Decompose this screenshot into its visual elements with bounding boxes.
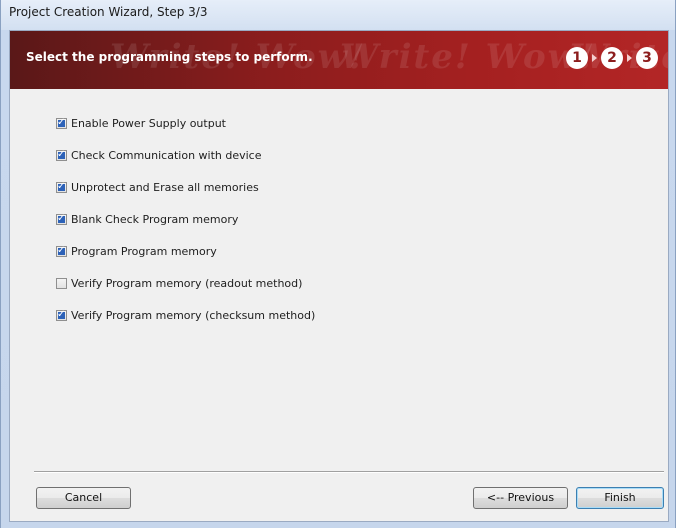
cancel-button[interactable]: Cancel xyxy=(36,487,131,509)
option-verify-checksum[interactable]: ✓ Verify Program memory (checksum method… xyxy=(56,307,315,323)
title-bar[interactable]: Project Creation Wizard, Step 3/3 xyxy=(1,0,675,30)
option-check-communication[interactable]: ✓ Check Communication with device xyxy=(56,147,262,163)
checkbox-checked-icon[interactable]: ✓ xyxy=(56,117,67,129)
header-banner: Write! Wow! Write! Wow! Write! Wow! Sele… xyxy=(10,31,668,89)
banner-logo-watermark: Write! Wow! xyxy=(340,37,596,77)
step-arrow-icon xyxy=(627,54,632,62)
option-label: Check Communication with device xyxy=(71,148,262,162)
checkbox-checked-icon[interactable]: ✓ xyxy=(56,309,67,321)
checkbox-unchecked-icon[interactable] xyxy=(56,277,67,289)
button-separator xyxy=(34,471,664,473)
step-1-badge: 1 xyxy=(566,47,588,69)
option-enable-power-supply[interactable]: ✓ Enable Power Supply output xyxy=(56,115,226,131)
checkbox-checked-icon[interactable]: ✓ xyxy=(56,213,67,225)
banner-heading: Select the programming steps to perform. xyxy=(26,50,313,64)
window-title: Project Creation Wizard, Step 3/3 xyxy=(9,5,208,19)
checkbox-checked-icon[interactable]: ✓ xyxy=(56,245,67,257)
option-program-memory[interactable]: ✓ Program Program memory xyxy=(56,243,217,259)
option-unprotect-erase[interactable]: ✓ Unprotect and Erase all memories xyxy=(56,179,259,195)
step-indicator: 1 2 3 xyxy=(566,47,658,69)
finish-button[interactable]: Finish xyxy=(576,487,664,509)
option-label: Blank Check Program memory xyxy=(71,212,239,226)
previous-button[interactable]: <-- Previous xyxy=(473,487,568,509)
step-3-badge: 3 xyxy=(636,47,658,69)
checkbox-checked-icon[interactable]: ✓ xyxy=(56,149,67,161)
step-arrow-icon xyxy=(592,54,597,62)
step-2-badge: 2 xyxy=(601,47,623,69)
checkbox-checked-icon[interactable]: ✓ xyxy=(56,181,67,193)
option-label: Unprotect and Erase all memories xyxy=(71,180,259,194)
option-label: Program Program memory xyxy=(71,244,217,258)
wizard-client-area: Write! Wow! Write! Wow! Write! Wow! Sele… xyxy=(9,30,669,522)
option-blank-check[interactable]: ✓ Blank Check Program memory xyxy=(56,211,238,227)
option-label: Verify Program memory (checksum method) xyxy=(71,308,316,322)
option-verify-readout[interactable]: Verify Program memory (readout method) xyxy=(56,275,302,291)
option-label: Enable Power Supply output xyxy=(71,116,226,130)
option-label: Verify Program memory (readout method) xyxy=(71,276,303,290)
wizard-window: Project Creation Wizard, Step 3/3 Write!… xyxy=(0,0,676,528)
